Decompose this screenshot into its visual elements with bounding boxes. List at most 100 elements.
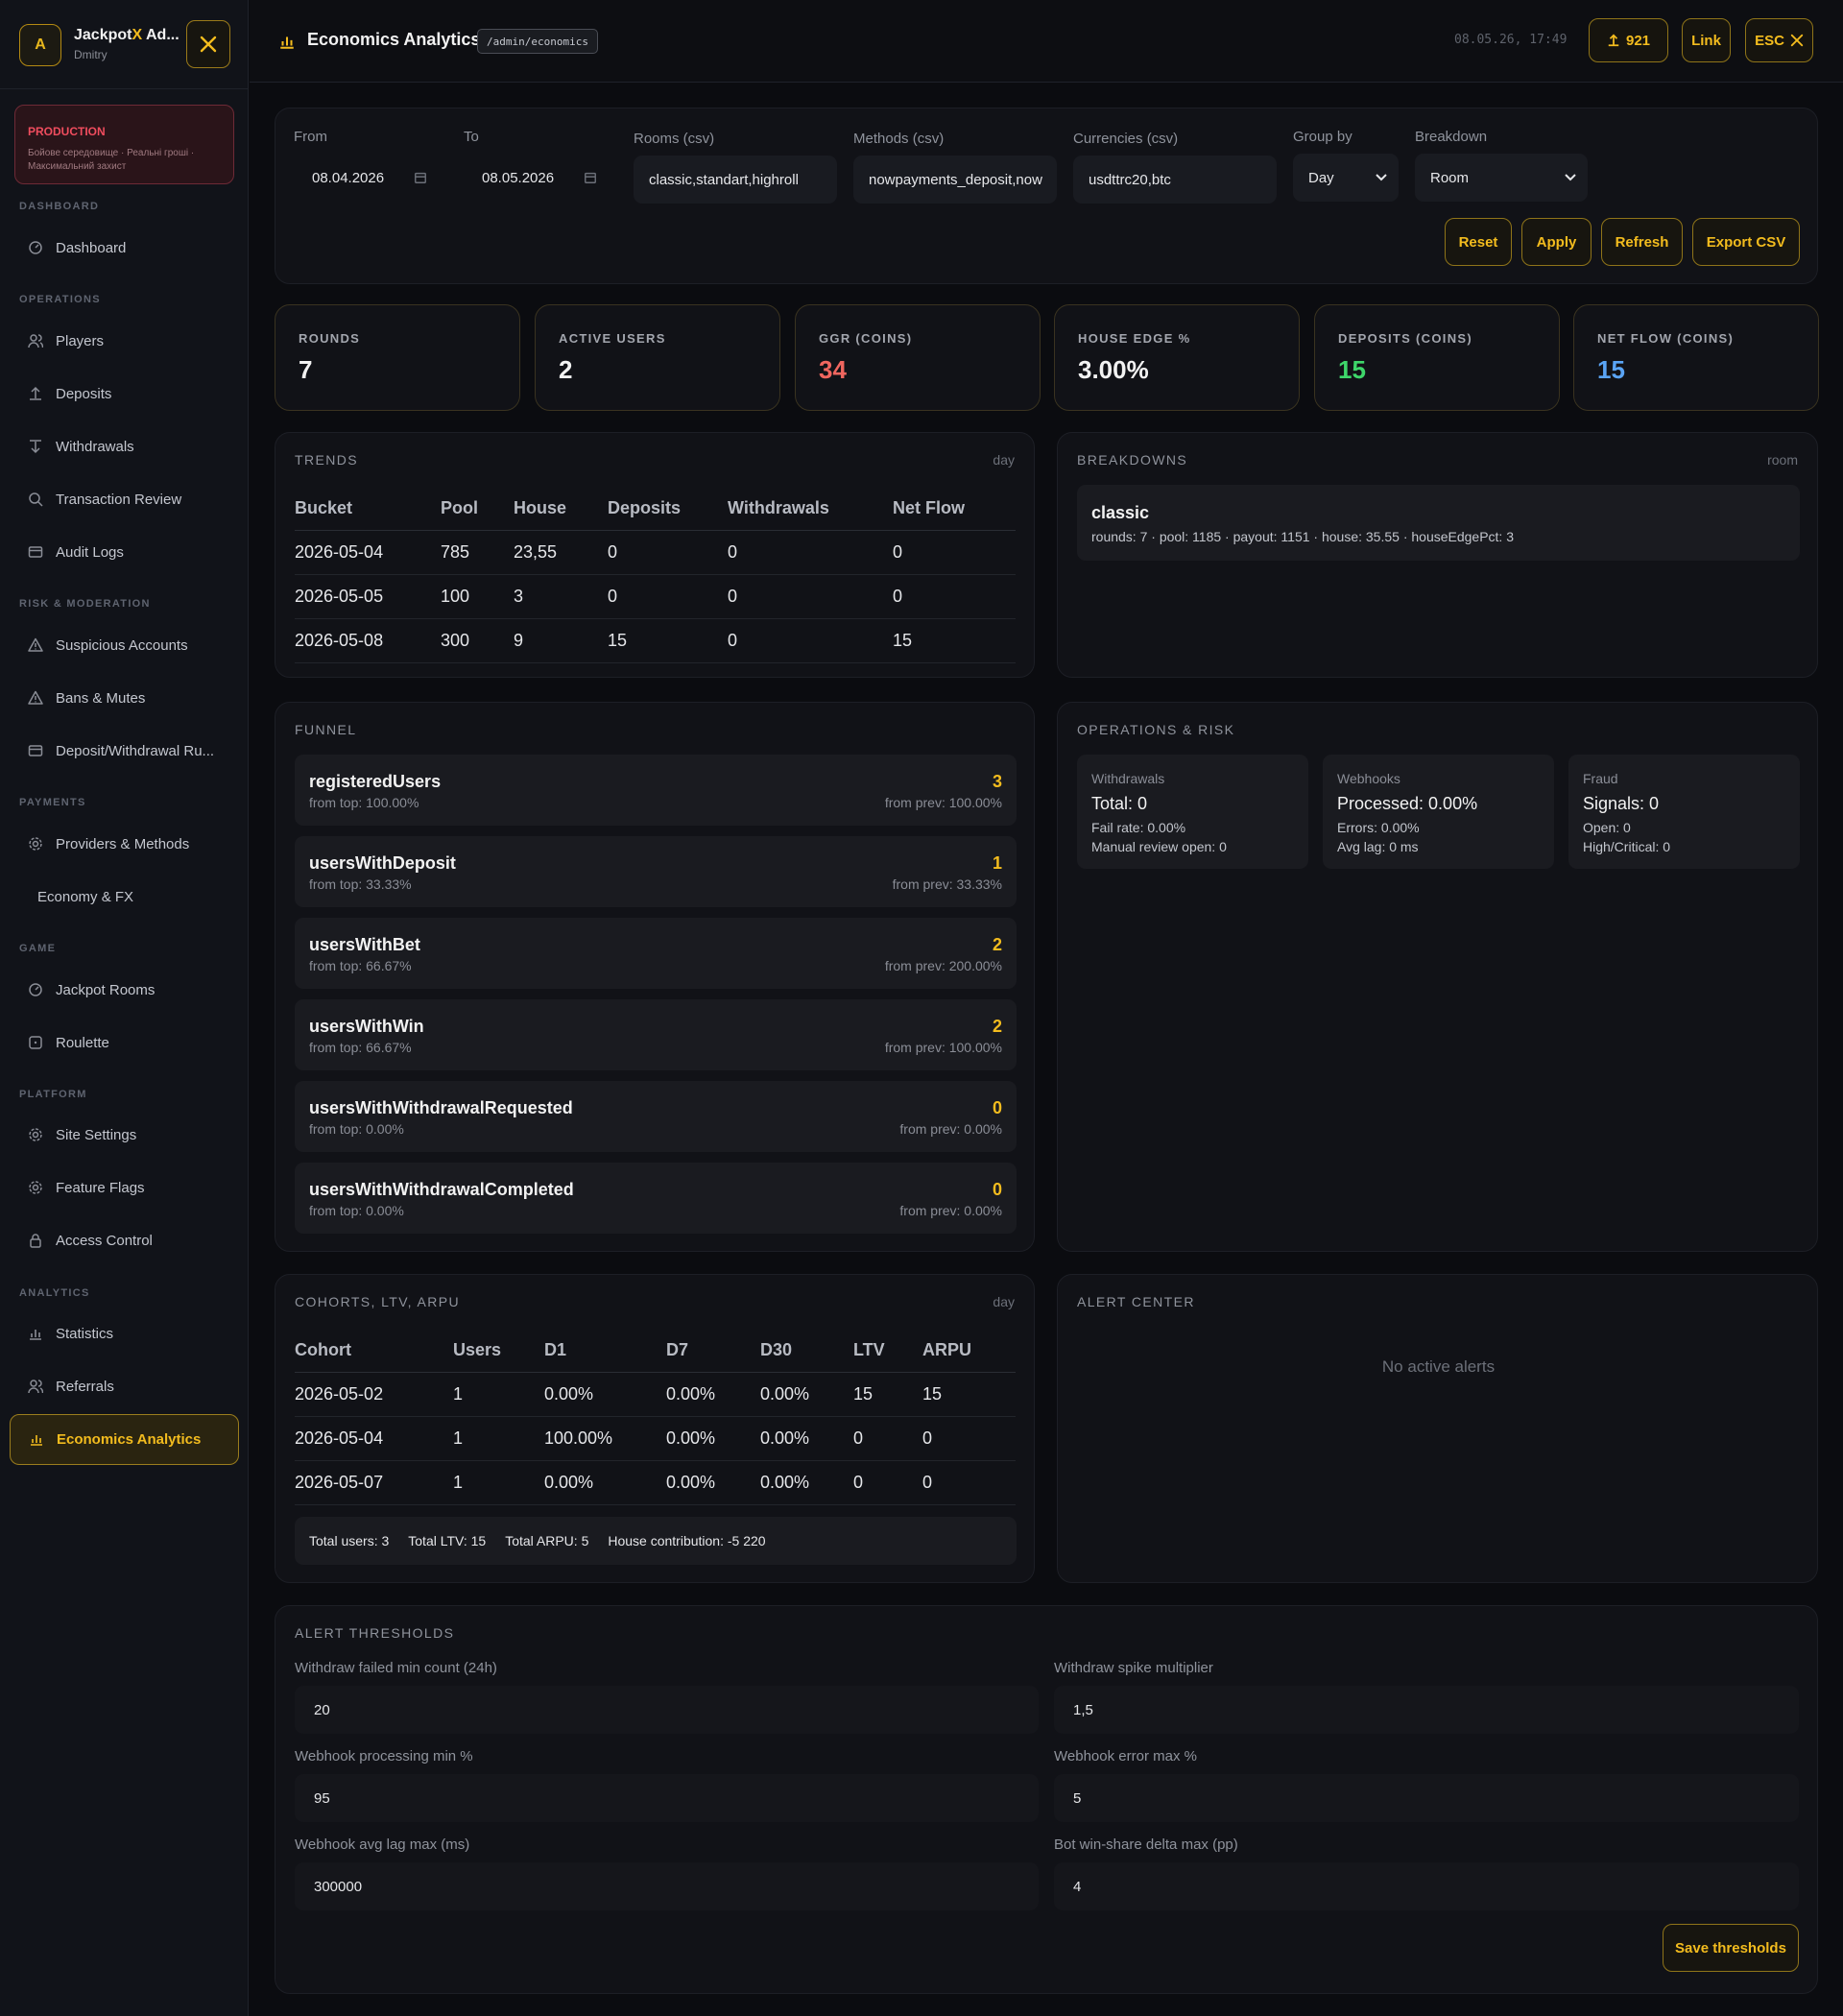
- upload-icon: [1608, 34, 1619, 47]
- chevron-down-icon: [1376, 174, 1387, 181]
- link-button[interactable]: Link: [1682, 18, 1731, 62]
- table-header: LTV: [853, 1329, 922, 1373]
- trends-panel: TRENDS day Bucket Pool House Deposits Wi…: [275, 432, 1035, 678]
- chevron-down-icon: [1565, 174, 1576, 181]
- search-icon: [26, 490, 45, 509]
- webhook-processing-input[interactable]: 95: [295, 1774, 1039, 1822]
- sidebar-item-bans-mutes[interactable]: Bans & Mutes: [10, 674, 239, 722]
- table-cell: 0: [608, 530, 728, 575]
- sidebar-item-audit-logs[interactable]: Audit Logs: [10, 528, 239, 576]
- reset-button[interactable]: Reset: [1445, 218, 1512, 266]
- card-title: Fraud: [1583, 771, 1618, 786]
- brand-title: JackpotX Ad...: [74, 27, 180, 43]
- table-cell: 100: [441, 574, 514, 619]
- funnel-item-value: 2: [992, 935, 1002, 954]
- close-sidebar-button[interactable]: [186, 20, 230, 68]
- sidebar-item-label: Economy & FX: [37, 888, 134, 905]
- environment-badge: PRODUCTION Бойове середовище · Реальні г…: [14, 105, 234, 184]
- sidebar-item-players[interactable]: Players: [10, 317, 239, 365]
- webhook-error-input[interactable]: 5: [1054, 1774, 1799, 1822]
- environment-title: PRODUCTION: [28, 125, 106, 138]
- table-cell: 0: [608, 574, 728, 619]
- table-cell: 0: [728, 618, 893, 663]
- sidebar-item-referrals[interactable]: Referrals: [10, 1362, 239, 1410]
- panel-title: ALERT CENTER: [1077, 1294, 1195, 1309]
- card-sub-value: Avg lag: 0 ms: [1337, 839, 1419, 854]
- sidebar-item-transaction-review[interactable]: Transaction Review: [10, 475, 239, 523]
- card-icon: [26, 741, 45, 760]
- sidebar-item-deposit-withdrawal-rules[interactable]: Deposit/Withdrawal Ru...: [10, 727, 239, 775]
- rooms-input[interactable]: classic,standart,highroll: [634, 156, 837, 204]
- kpi-value: 3.00%: [1078, 355, 1149, 384]
- funnel-item-name: usersWithWithdrawalRequested: [309, 1098, 573, 1117]
- avatar[interactable]: A: [19, 24, 61, 66]
- environment-description: Бойове середовище · Реальні гроші · Макс…: [28, 148, 195, 172]
- sidebar-item-jackpot-rooms[interactable]: Jackpot Rooms: [10, 966, 239, 1014]
- kpi-label: GGR (COINS): [819, 331, 913, 346]
- alert-center-panel: ALERT CENTER No active alerts: [1057, 1274, 1818, 1583]
- withdraw-spike-input[interactable]: 1,5: [1054, 1686, 1799, 1734]
- group-by-select[interactable]: Day: [1293, 154, 1399, 202]
- panel-title: ALERT THRESHOLDS: [295, 1625, 455, 1641]
- sidebar-item-statistics[interactable]: Statistics: [10, 1309, 239, 1357]
- sidebar-item-access-control[interactable]: Access Control: [10, 1216, 239, 1264]
- sidebar-item-feature-flags[interactable]: Feature Flags: [10, 1164, 239, 1212]
- page-title: Economics Analytics: [307, 30, 481, 49]
- topbar: Economics Analytics /admin/economics 08.…: [250, 0, 1843, 83]
- methods-input[interactable]: nowpayments_deposit,now: [853, 156, 1057, 204]
- sidebar-item-label: Suspicious Accounts: [56, 636, 188, 654]
- esc-button[interactable]: ESC: [1745, 18, 1813, 62]
- sidebar-item-withdrawals[interactable]: Withdrawals: [10, 422, 239, 470]
- from-date-value: 08.04.2026: [312, 169, 385, 186]
- house-contribution: House contribution: -5 220: [608, 1533, 766, 1548]
- currencies-input[interactable]: usdttrc20,btc: [1073, 156, 1277, 204]
- users-icon: [26, 331, 45, 350]
- sidebar-item-providers-methods[interactable]: Providers & Methods: [10, 820, 239, 868]
- export-csv-button[interactable]: Export CSV: [1692, 218, 1800, 266]
- webhook-error-label: Webhook error max %: [1054, 1748, 1197, 1764]
- funnel-item-value: 1: [992, 853, 1002, 873]
- gear-icon: [26, 1125, 45, 1144]
- to-date-input[interactable]: 08.05.2026: [467, 154, 606, 202]
- bar-chart-icon: [278, 33, 296, 55]
- lock-icon: [26, 1231, 45, 1250]
- fraud-card: Fraud Signals: 0 Open: 0 High/Critical: …: [1568, 755, 1800, 869]
- section-game: GAME: [19, 943, 57, 954]
- kpi-value: 7: [299, 355, 313, 384]
- from-date-input[interactable]: 08.04.2026: [297, 154, 436, 202]
- sidebar-item-deposits[interactable]: Deposits: [10, 370, 239, 418]
- sidebar-item-suspicious-accounts[interactable]: Suspicious Accounts: [10, 621, 239, 669]
- save-thresholds-button[interactable]: Save thresholds: [1663, 1924, 1799, 1972]
- cohorts-table: Cohort Users D1 D7 D30 LTV ARPU 2026-05-…: [295, 1329, 1016, 1505]
- bot-winshare-input[interactable]: 4: [1054, 1862, 1799, 1910]
- esc-label: ESC: [1755, 32, 1784, 49]
- breakdown-select[interactable]: Room: [1415, 154, 1588, 202]
- table-header: ARPU: [922, 1329, 1016, 1373]
- table-header: Withdrawals: [728, 487, 893, 531]
- sidebar-item-site-settings[interactable]: Site Settings: [10, 1111, 239, 1159]
- kpi-card-ggr: GGR (COINS) 34: [795, 304, 1041, 411]
- sidebar-item-roulette[interactable]: Roulette: [10, 1019, 239, 1067]
- webhook-lag-input[interactable]: 300000: [295, 1862, 1039, 1910]
- cohorts-panel: COHORTS, LTV, ARPU day Cohort Users D1 D…: [275, 1274, 1035, 1583]
- withdraw-failed-input[interactable]: 20: [295, 1686, 1039, 1734]
- sidebar-item-economics-analytics[interactable]: Economics Analytics: [10, 1414, 239, 1465]
- close-icon: [1790, 34, 1804, 47]
- funnel-item-from-top: from top: 0.00%: [309, 1203, 404, 1218]
- webhook-lag-label: Webhook avg lag max (ms): [295, 1836, 470, 1853]
- table-cell: 0.00%: [760, 1460, 853, 1505]
- gear-icon: [26, 834, 45, 853]
- sidebar-item-economy-fx[interactable]: Economy & FX: [10, 873, 239, 921]
- dashboard-icon: [26, 238, 45, 257]
- table-cell: 0.00%: [666, 1372, 760, 1417]
- group-by-value: Day: [1308, 169, 1334, 186]
- sidebar-item-dashboard[interactable]: Dashboard: [10, 224, 239, 272]
- kpi-card-house-edge: HOUSE EDGE % 3.00%: [1054, 304, 1300, 411]
- card-sub-value: Manual review open: 0: [1091, 839, 1227, 854]
- balance-button[interactable]: 921: [1589, 18, 1668, 62]
- apply-button[interactable]: Apply: [1521, 218, 1592, 266]
- kpi-label: ACTIVE USERS: [559, 331, 666, 346]
- refresh-button[interactable]: Refresh: [1601, 218, 1683, 266]
- close-icon: [200, 36, 217, 53]
- table-cell: 3: [514, 574, 608, 619]
